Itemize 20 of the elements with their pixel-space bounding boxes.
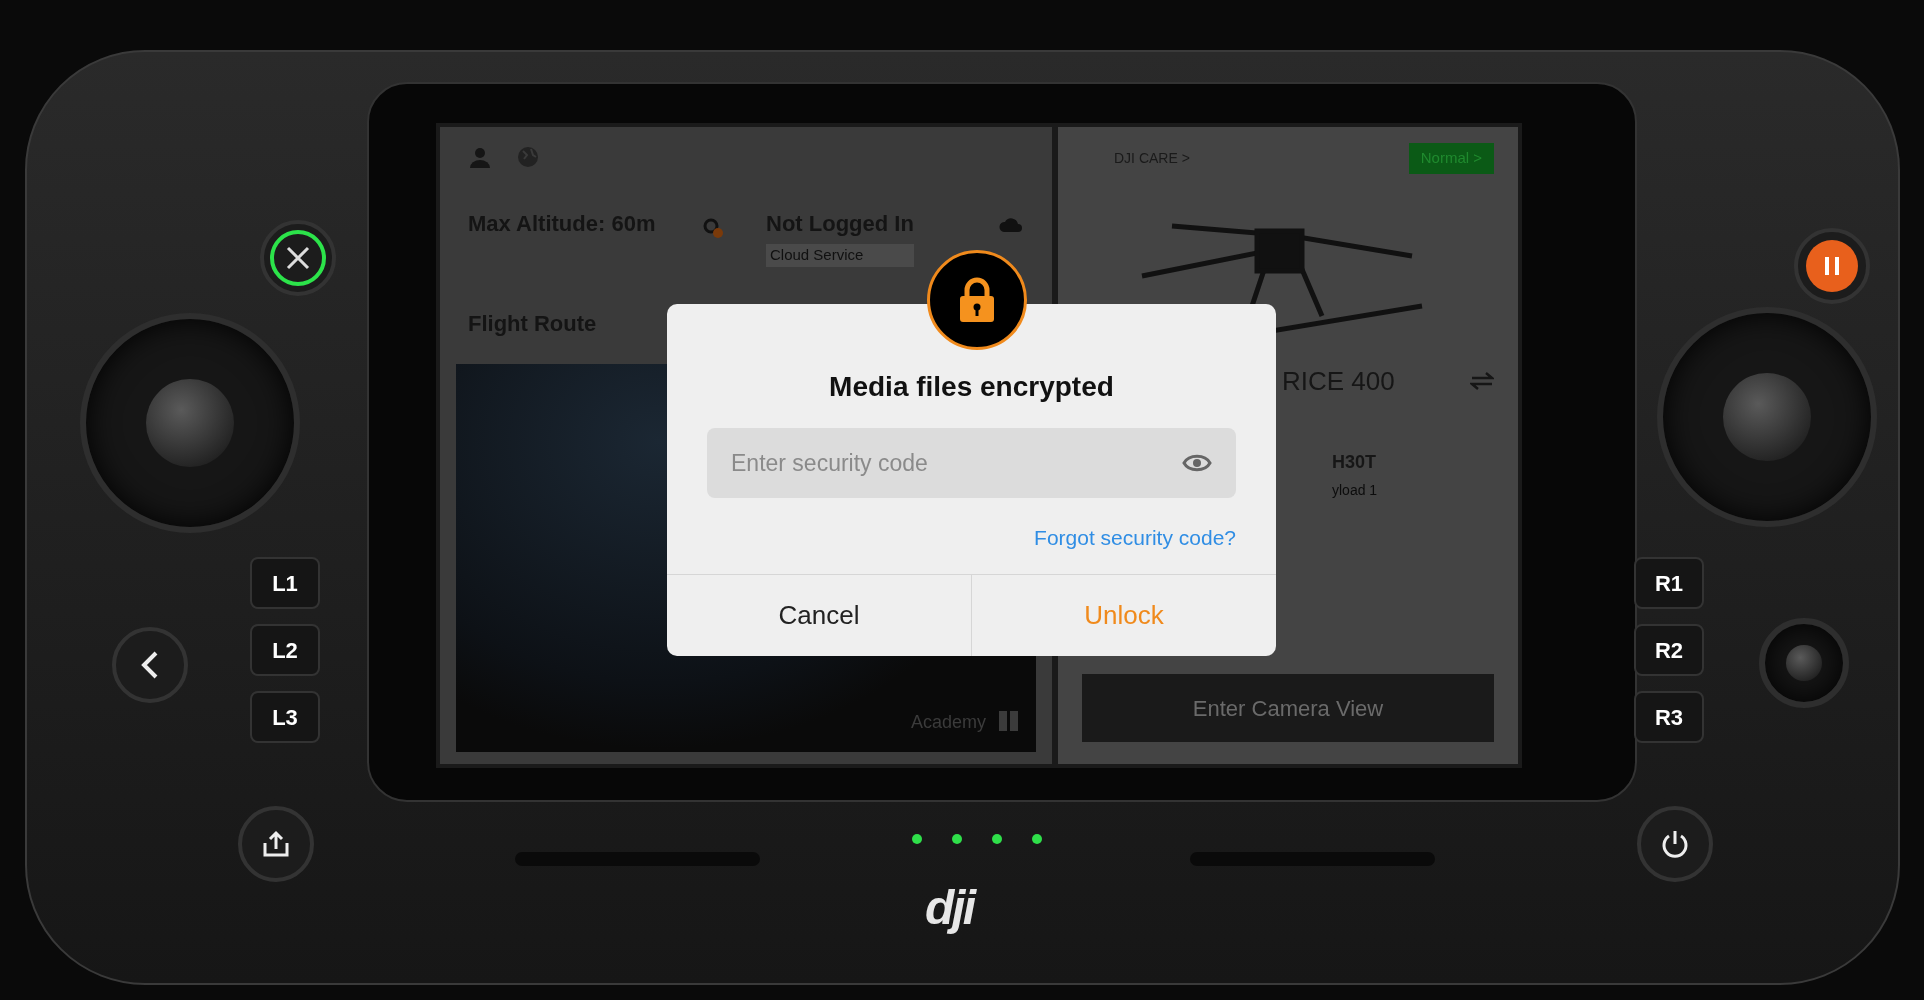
security-code-field[interactable]: Enter security code (707, 428, 1236, 498)
lock-icon (957, 277, 997, 323)
shoulder-key[interactable]: R2 (1634, 624, 1704, 676)
shoulder-key[interactable]: L1 (250, 557, 320, 609)
cloud-icon (998, 215, 1024, 235)
pause-icon (1825, 257, 1839, 275)
payload-subtitle: yload 1 (1332, 480, 1379, 500)
shoulder-key[interactable]: R3 (1634, 691, 1704, 743)
eye-icon[interactable] (1182, 452, 1212, 474)
status-subtitle: Cloud Service (766, 244, 914, 267)
user-icon (468, 145, 492, 169)
brand-logo: dji (925, 880, 974, 936)
shoulder-key[interactable]: R1 (1634, 557, 1704, 609)
dialog-title: Media files encrypted (828, 370, 1115, 404)
return-home-icon (261, 829, 291, 859)
shoulder-key[interactable]: L2 (250, 624, 320, 676)
dialog-button[interactable]: Cancel (667, 575, 971, 656)
shoulder-key[interactable]: L3 (250, 691, 320, 743)
book-icon (998, 710, 1020, 732)
back-icon (140, 650, 160, 680)
